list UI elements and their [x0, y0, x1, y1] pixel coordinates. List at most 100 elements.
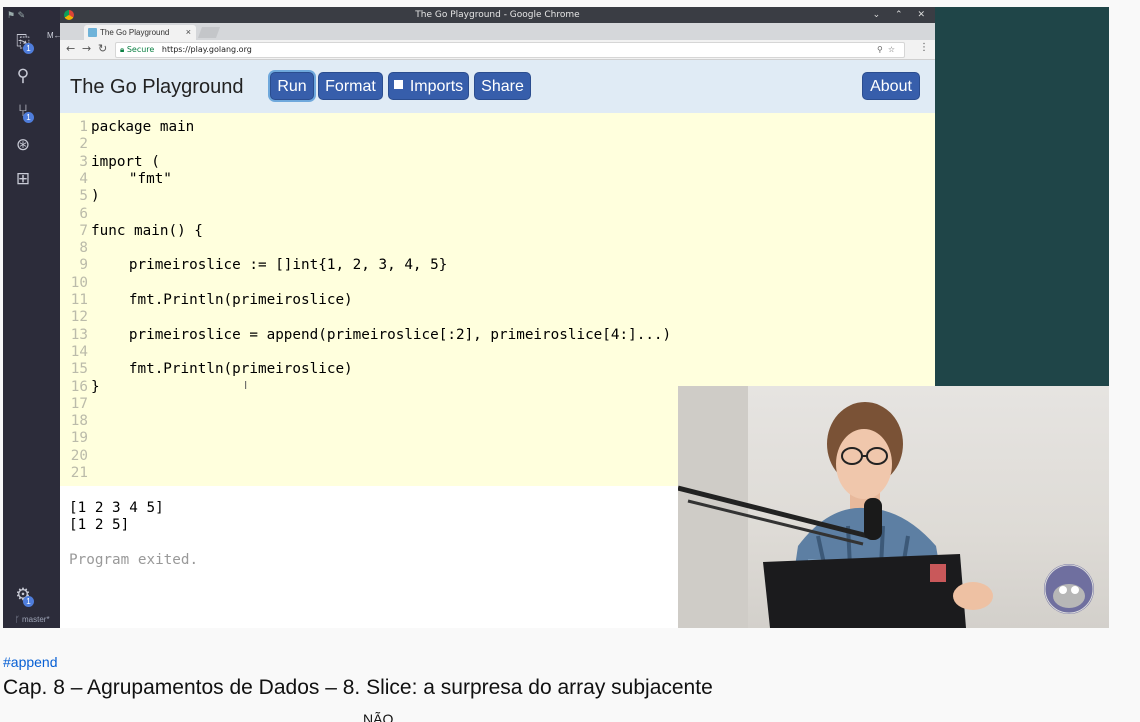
line-number: 16: [70, 378, 88, 395]
page-title: The Go Playground: [70, 76, 244, 98]
code-text: "fmt": [91, 170, 172, 187]
share-button[interactable]: Share: [474, 72, 531, 100]
chrome-icon: [64, 10, 74, 20]
output-line: [1 2 5]: [69, 517, 130, 533]
extensions-icon[interactable]: ⊞: [12, 168, 34, 190]
back-icon[interactable]: ←: [66, 42, 75, 55]
line-number: 2: [79, 136, 88, 153]
video-title: Cap. 8 – Agrupamentos de Dados – 8. Slic…: [3, 676, 713, 699]
code-line[interactable]: 18: [60, 413, 91, 430]
code-line[interactable]: 16}: [60, 379, 100, 396]
code-text: }: [91, 378, 100, 395]
code-line[interactable]: 1 package main: [60, 119, 194, 136]
code-line[interactable]: 9 primeiroslice := []int{1, 2, 3, 4, 5}: [60, 257, 447, 274]
line-number: 18: [70, 413, 88, 430]
line-number: 20: [70, 447, 88, 464]
code-line[interactable]: 19: [60, 430, 91, 447]
imports-label: Imports: [409, 78, 464, 95]
line-number: 11: [70, 292, 88, 308]
code-line[interactable]: 8: [60, 240, 91, 257]
code-line[interactable]: 12: [60, 309, 91, 326]
run-button[interactable]: Run: [270, 72, 314, 100]
zoom-and-star-icons[interactable]: ⚲☆: [877, 43, 900, 57]
code-line[interactable]: 7 func main() {: [60, 223, 203, 240]
git-branch-status[interactable]: ᚴ master*: [15, 615, 50, 624]
code-line[interactable]: 4 "fmt": [60, 171, 172, 188]
line-number: 14: [70, 343, 88, 360]
code-line[interactable]: 17: [60, 396, 91, 413]
line-number: 9: [79, 257, 88, 274]
line-number: 15: [70, 361, 88, 378]
imports-checkbox[interactable]: [393, 80, 403, 89]
code-text: import (: [91, 153, 160, 170]
line-number: 5: [79, 188, 88, 205]
code-line[interactable]: 10: [60, 275, 91, 292]
code-line[interactable]: 20: [60, 448, 91, 465]
code-line[interactable]: 14: [60, 344, 91, 361]
line-number: 7: [79, 222, 88, 239]
tab-title: The Go Playground: [100, 28, 170, 37]
browser-tab[interactable]: The Go Playground ×: [84, 25, 196, 40]
video-player[interactable]: ⚑ ✎ M← ⎘ 1 ⚲ ⑂ 1 ⊛ ⊞ ⚙ 1 ᚴ master* The G…: [3, 7, 1109, 628]
imports-toggle[interactable]: Imports: [388, 72, 469, 100]
search-icon[interactable]: ⚲: [12, 65, 34, 87]
line-number: 13: [70, 326, 88, 343]
debug-icon[interactable]: ⊛: [12, 134, 34, 156]
code-line[interactable]: 3 import (: [60, 153, 160, 171]
output-line: [1 2 3 4 5]: [69, 500, 164, 516]
line-number: 10: [70, 274, 88, 291]
line-number: 12: [70, 309, 88, 326]
line-number: 8: [79, 240, 88, 257]
browser-tabbar: The Go Playground ×: [60, 23, 935, 40]
new-tab-button[interactable]: [197, 27, 221, 38]
lock-icon: 🔒︎: [120, 45, 125, 54]
window-title: The Go Playground - Google Chrome: [415, 10, 580, 20]
text-cursor-icon: I: [244, 379, 248, 392]
code-line[interactable]: 2: [60, 136, 91, 153]
code-line[interactable]: 13 primeiroslice = append(primeiroslice[…: [60, 327, 671, 344]
forward-icon[interactable]: →: [82, 42, 91, 55]
video-hashtag-link[interactable]: #append: [3, 654, 58, 670]
gopher-favicon-icon: [88, 28, 97, 37]
exit-message: Program exited.: [69, 552, 199, 568]
description-fragment: NÃO: [363, 711, 394, 722]
about-button[interactable]: About: [862, 72, 920, 100]
code-line[interactable]: 21: [60, 465, 91, 482]
code-line[interactable]: 15 fmt.Println(primeiroslice): [60, 361, 353, 378]
line-number: 6: [79, 205, 88, 222]
code-line[interactable]: 11 fmt.Println(primeiroslice): [60, 292, 353, 309]
vscode-window-icons: ⚑ ✎: [7, 10, 26, 20]
code-line[interactable]: 6: [60, 206, 91, 223]
reload-icon[interactable]: ↻: [98, 42, 107, 55]
line-number: 19: [70, 430, 88, 447]
secure-label: Secure: [126, 45, 155, 54]
window-controls[interactable]: ⌄ ⌃ ✕: [873, 7, 931, 23]
code-line[interactable]: 5): [60, 188, 99, 205]
code-text: primeiroslice := []int{1, 2, 3, 4, 5}: [91, 257, 448, 274]
address-bar[interactable]: 🔒︎ Secure https://play.golang.org ⚲☆: [115, 42, 905, 58]
vscode-activity-bar: ⚑ ✎ M← ⎘ 1 ⚲ ⑂ 1 ⊛ ⊞ ⚙ 1 ᚴ master*: [3, 7, 62, 628]
browser-menu-icon[interactable]: ⋮: [919, 42, 929, 53]
code-text: package main: [91, 119, 195, 135]
presenter-illustration: [678, 386, 1094, 628]
line-number: 3: [79, 153, 88, 170]
format-button[interactable]: Format: [318, 72, 383, 100]
code-text: fmt.Println(primeiroslice): [91, 361, 353, 378]
line-number: 17: [70, 395, 88, 412]
code-text: fmt.Println(primeiroslice): [91, 292, 353, 308]
line-number: 4: [79, 170, 88, 187]
webcam-overlay: [678, 386, 1109, 628]
code-text: primeiroslice = append(primeiroslice[:2]…: [91, 326, 672, 343]
code-text: func main() {: [91, 222, 203, 239]
tab-close-icon[interactable]: ×: [186, 25, 191, 40]
line-number: 21: [70, 465, 88, 481]
